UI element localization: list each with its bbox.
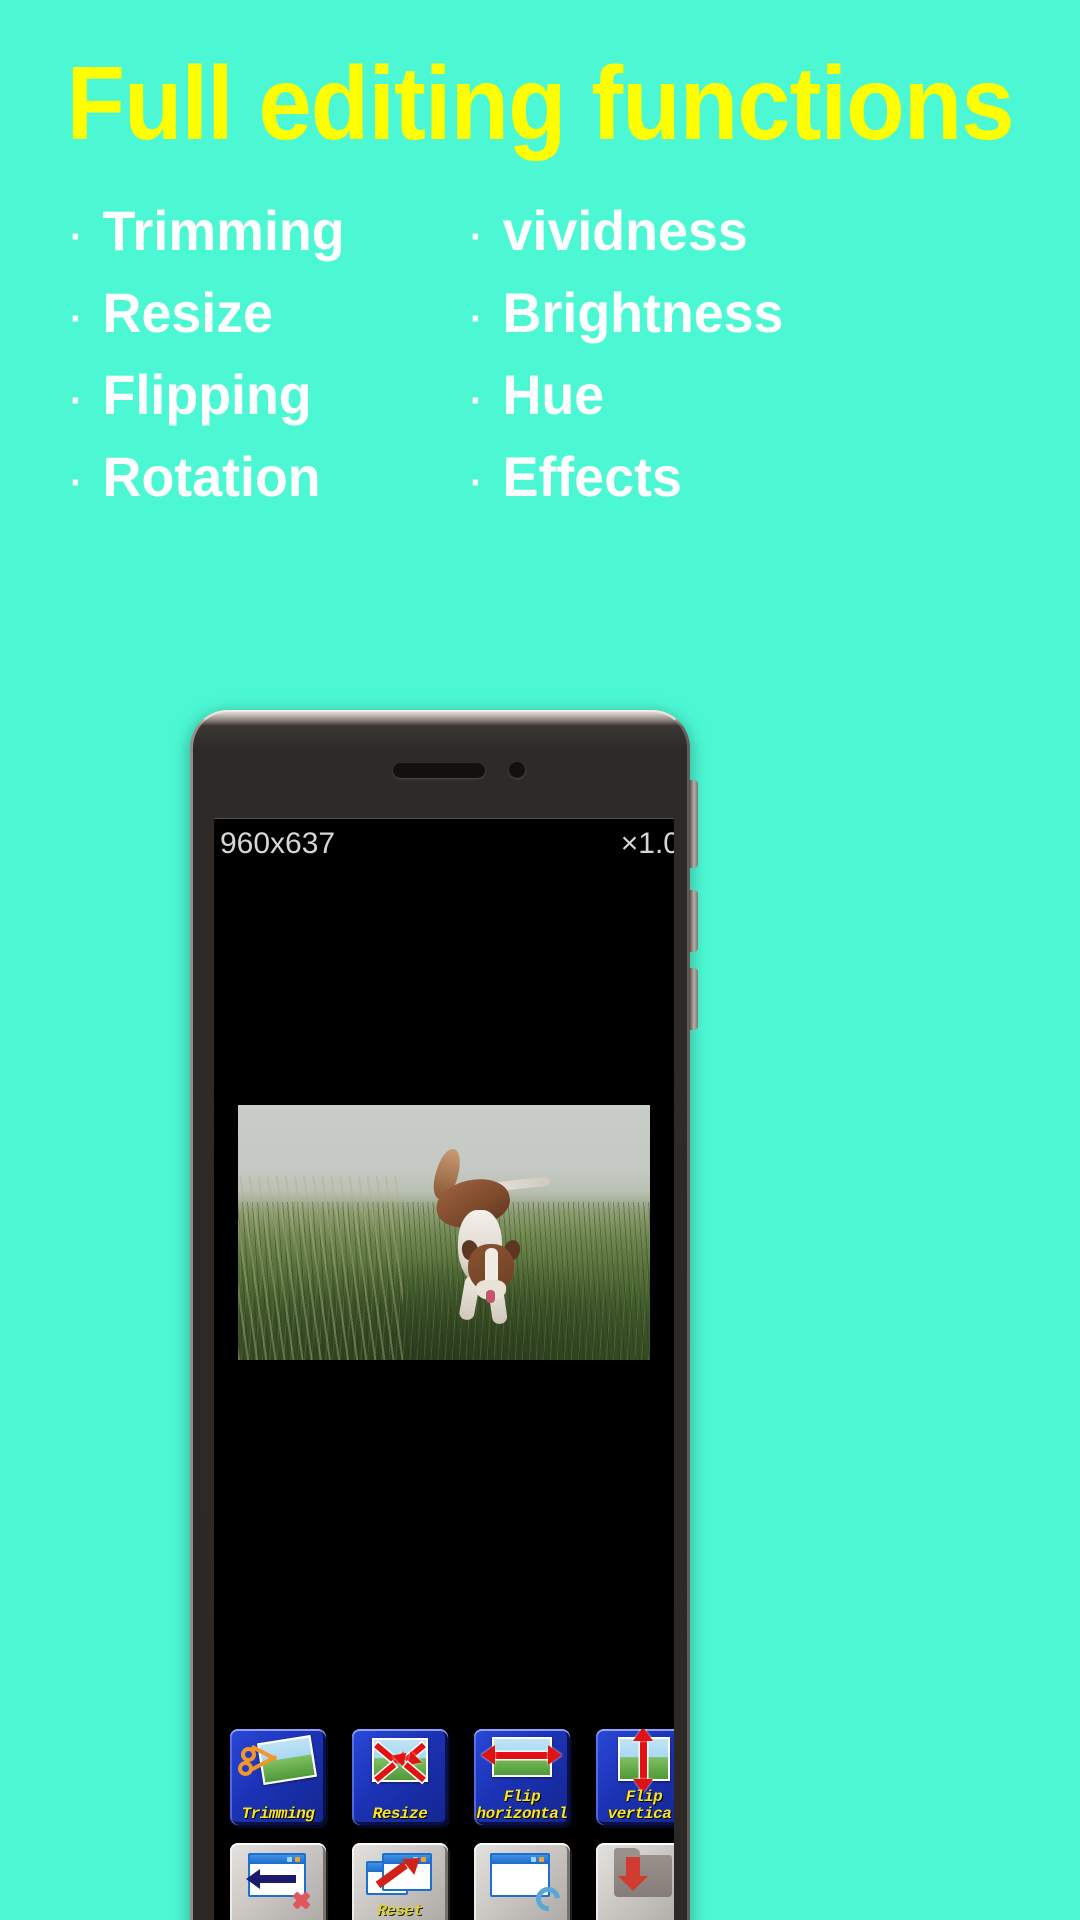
bullet-icon: · xyxy=(70,461,83,505)
feature-label: Resize xyxy=(102,281,273,344)
save-folder-icon xyxy=(604,1848,674,1907)
undo-icon xyxy=(238,1849,318,1910)
bullet-icon: · xyxy=(470,215,483,259)
trimming-button[interactable]: Trimming xyxy=(230,1729,326,1825)
front-camera-icon xyxy=(509,762,525,778)
photo-image xyxy=(238,1105,650,1360)
feature-label: Flipping xyxy=(102,363,312,426)
bullet-icon: · xyxy=(470,297,483,341)
feature-item-resize: · Resize xyxy=(70,272,512,354)
save-button[interactable]: Save xyxy=(596,1843,674,1920)
earpiece-speaker-icon xyxy=(393,763,485,778)
undo-button[interactable]: Undo xyxy=(230,1843,326,1920)
reset-position-icon xyxy=(360,1849,440,1907)
feature-item-hue: · Hue xyxy=(470,354,912,436)
feature-item-brightness: · Brightness xyxy=(470,272,912,354)
resize-button[interactable]: Resize xyxy=(352,1729,448,1825)
feature-label: Effects xyxy=(502,445,682,508)
feature-label: vividness xyxy=(502,199,748,262)
tool-label: Flip horizontal xyxy=(476,1788,568,1823)
volume-down-button[interactable] xyxy=(689,890,698,952)
dog-subject xyxy=(428,1136,550,1336)
app-screen: 960x637 ×1.0 xyxy=(214,818,674,1920)
trimming-scissors-icon xyxy=(238,1735,318,1793)
download-arrow-icon xyxy=(618,1857,648,1891)
redo-button[interactable]: Redo xyxy=(474,1843,570,1920)
volume-up-button[interactable] xyxy=(689,780,698,868)
bullet-icon: · xyxy=(70,297,83,341)
flip-vertical-icon xyxy=(604,1729,674,1793)
redo-icon xyxy=(482,1849,565,1916)
feature-item-rotation: · Rotation xyxy=(70,436,512,518)
edit-toolbar-strip[interactable]: Trimming Resize Flip horizontal Flip ver… xyxy=(230,1729,674,1825)
bullet-icon: · xyxy=(70,379,83,423)
bullet-icon: · xyxy=(70,215,83,259)
history-toolbar-strip[interactable]: Undo Reset position xyxy=(230,1843,674,1920)
flip-horizontal-button[interactable]: Flip horizontal xyxy=(474,1729,570,1825)
feature-label: Hue xyxy=(502,363,605,426)
feature-list: · Trimming · Resize · Flipping · Rotatio… xyxy=(0,190,1080,530)
close-x-icon xyxy=(290,1889,312,1911)
feature-list-left-column: · Trimming · Resize · Flipping · Rotatio… xyxy=(70,190,530,518)
feature-item-flipping: · Flipping xyxy=(70,354,512,436)
edit-toolbar-primary: Trimming Resize Flip horizontal Flip ver… xyxy=(214,1729,674,1837)
flip-vertical-button[interactable]: Flip vertical xyxy=(596,1729,674,1825)
power-button[interactable] xyxy=(689,968,698,1030)
tool-label: Flip vertical xyxy=(607,1788,674,1823)
tall-grass-texture xyxy=(238,1176,403,1360)
feature-item-vividness: · vividness xyxy=(470,190,912,272)
tool-label: Trimming xyxy=(241,1805,315,1823)
image-dimensions-label: 960x637 xyxy=(220,827,336,860)
feature-label: Trimming xyxy=(102,199,345,262)
bullet-icon: · xyxy=(470,379,483,423)
tool-label: Resize xyxy=(372,1805,428,1823)
screen-status-bar: 960x637 ×1.0 xyxy=(214,819,674,867)
page-title: Full editing functions xyxy=(66,46,1014,162)
edit-toolbar-secondary: Undo Reset position xyxy=(214,1843,674,1920)
scissors-icon xyxy=(238,1744,278,1779)
feature-label: Rotation xyxy=(102,445,321,508)
zoom-level-label: ×1.0 xyxy=(620,827,674,860)
phone-mockup: 960x637 ×1.0 xyxy=(190,710,698,1920)
photo-canvas[interactable] xyxy=(238,1105,650,1360)
tool-label: Reset position xyxy=(364,1902,437,1920)
feature-list-right-column: · vividness · Brightness · Hue · Effects xyxy=(470,190,930,518)
feature-item-trimming: · Trimming xyxy=(70,190,512,272)
resize-arrows-icon xyxy=(360,1735,440,1793)
feature-item-effects: · Effects xyxy=(470,436,912,518)
feature-label: Brightness xyxy=(502,281,784,344)
flip-horizontal-icon xyxy=(481,1735,562,1793)
reset-position-button[interactable]: Reset position xyxy=(352,1843,448,1920)
bullet-icon: · xyxy=(470,461,483,505)
